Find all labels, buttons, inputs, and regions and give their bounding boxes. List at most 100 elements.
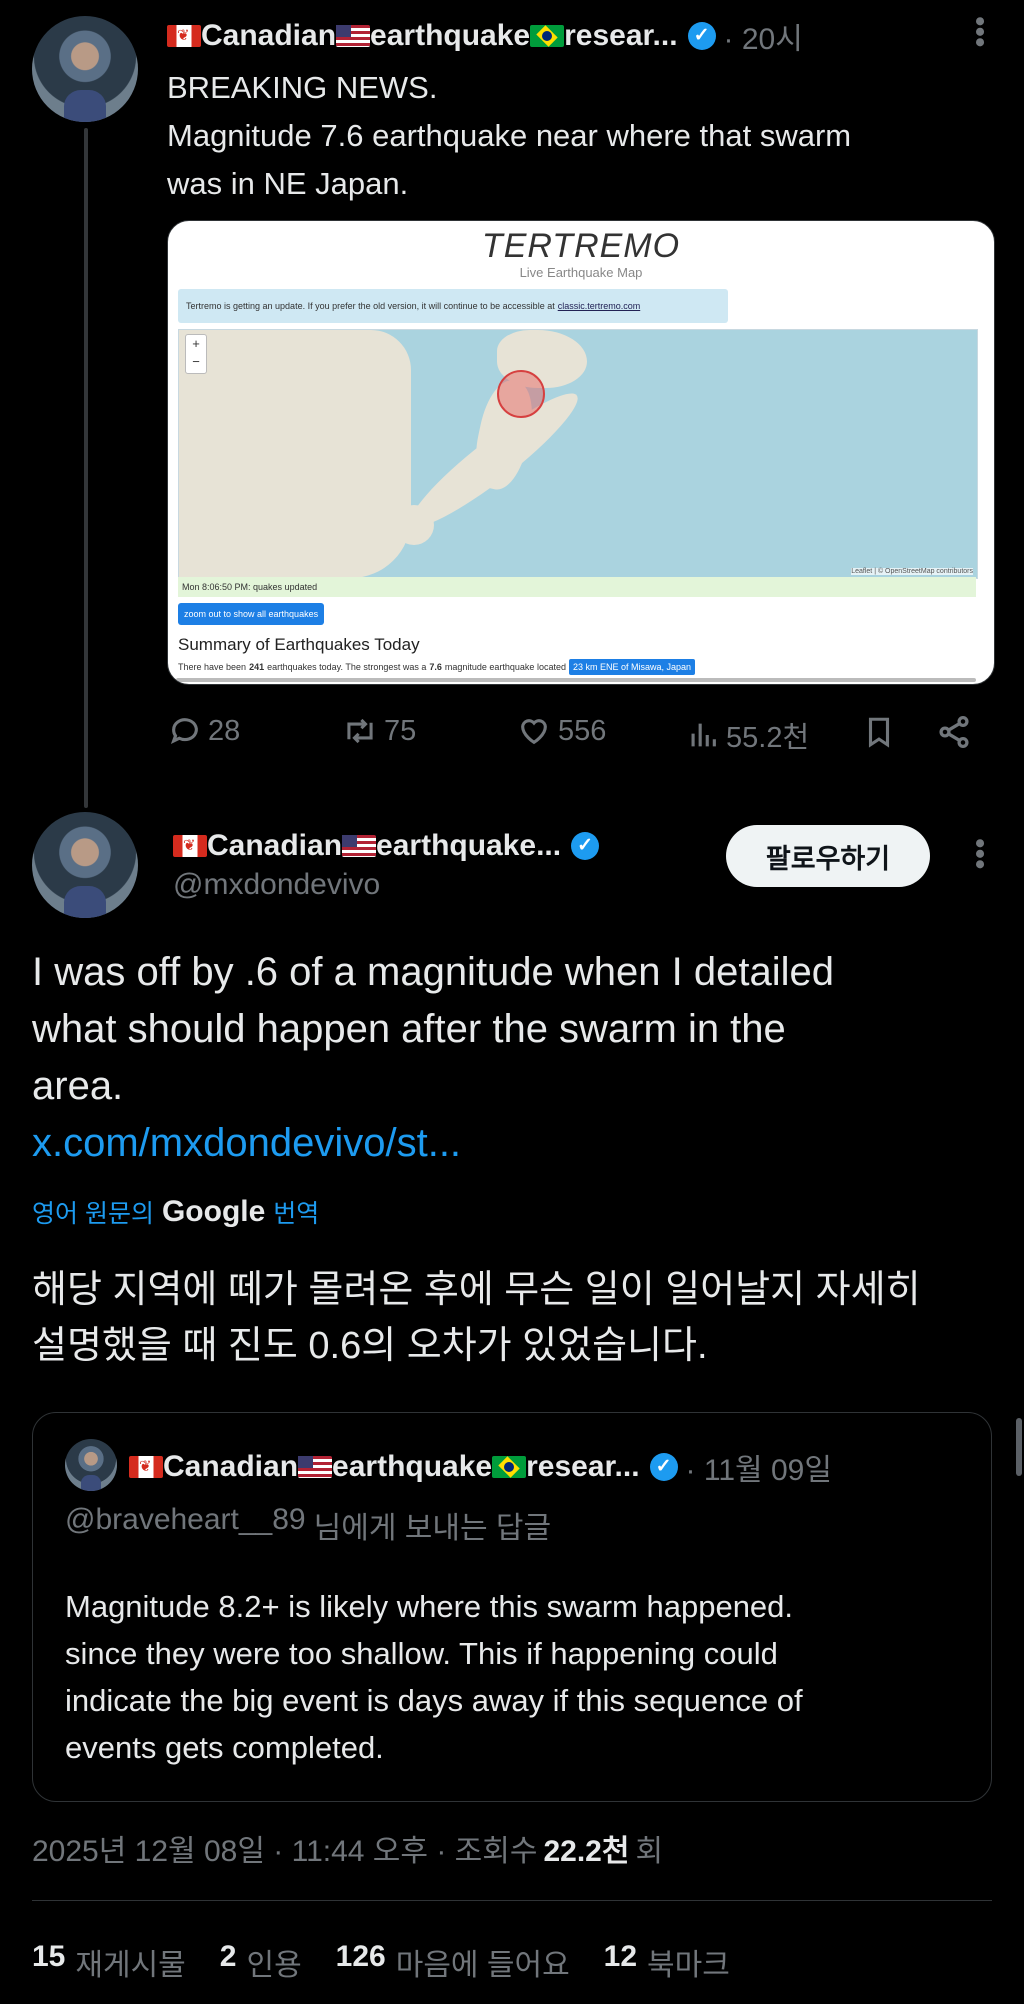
- quoted-reply-context: @braveheart__89 님에게 보내는 답글: [65, 1503, 551, 1547]
- meta-divider: [32, 1900, 992, 1901]
- parent-tweet-time[interactable]: · 20시: [724, 14, 803, 58]
- views-action[interactable]: 55.2천: [686, 714, 809, 756]
- repost-action[interactable]: 75: [342, 714, 416, 748]
- quoted-author-name-part3: resear...: [526, 1450, 640, 1483]
- quoted-tweet-text: Magnitude 8.2+ is likely where this swar…: [65, 1583, 803, 1771]
- canada-flag-icon: [173, 835, 207, 857]
- usa-flag-icon: [336, 25, 371, 47]
- stat-number: 15: [32, 1940, 66, 1973]
- translated-line: 해당 지역에 떼가 몰려온 후에 무슨 일이 일어날지 자세히: [32, 1269, 921, 1311]
- stat-number: 2: [219, 1940, 237, 1973]
- reply-icon: [170, 718, 198, 744]
- main-tweet-link[interactable]: x.com/mxdondevivo/st...: [32, 1115, 834, 1172]
- reply-action[interactable]: 28: [168, 714, 240, 748]
- quoted-author-avatar: [65, 1439, 117, 1491]
- parent-author-name-part2[interactable]: earthquake: [370, 19, 530, 53]
- summary-text: There have been 241 earthquakes today. T…: [178, 659, 696, 675]
- summary-magnitude: 7.6: [429, 662, 442, 672]
- parent-text-line: was in NE Japan.: [167, 166, 409, 201]
- summary-part: There have been: [178, 662, 247, 672]
- map-status-bar: Mon 8:06:50 PM: quakes updated: [178, 577, 976, 597]
- tweet-datetime[interactable]: 2025년 12월 08일 · 11:44 오후 · 조회수: [32, 1826, 537, 1870]
- quoted-text-line: Magnitude 8.2+ is likely where this swar…: [65, 1589, 794, 1624]
- notice-link[interactable]: classic.tertremo.com: [558, 301, 641, 311]
- stat-number: 126: [335, 1940, 386, 1973]
- quoted-text-line: events gets completed.: [65, 1730, 384, 1765]
- tweet-view-count: 22.2천: [543, 1835, 630, 1868]
- translation-attribution[interactable]: 영어 원문의 Google 번역: [32, 1194, 319, 1230]
- zoom-out-all-button[interactable]: zoom out to show all earthquakes: [178, 603, 325, 625]
- main-more-options-icon[interactable]: •••: [963, 838, 996, 870]
- like-count: 556: [558, 714, 607, 747]
- map-attribution: Leaflet | © OpenStreetMap contributors: [851, 568, 973, 575]
- main-text-line: area.: [32, 1064, 124, 1108]
- tweet-meta: 2025년 12월 08일 · 11:44 오후 · 조회수 22.2천 회: [32, 1826, 663, 1870]
- canada-flag-icon: [167, 25, 201, 47]
- parent-author-row: Canadian earthquake resear... ✓ · 20시: [167, 16, 803, 56]
- heart-icon: [521, 719, 547, 745]
- main-tweet-text: I was off by .6 of a magnitude when I de…: [32, 944, 834, 1172]
- main-author-avatar[interactable]: [32, 812, 138, 918]
- notice-text: Tertremo is getting an update. If you pr…: [186, 301, 555, 311]
- stat-label: 재게시물: [75, 1949, 186, 1982]
- map-zoom-control[interactable]: + −: [185, 334, 207, 374]
- parent-text-line: Magnitude 7.6 earthquake near where that…: [167, 118, 852, 153]
- main-text-line: I was off by .6 of a magnitude when I de…: [32, 950, 834, 994]
- canada-flag-icon: [129, 1456, 163, 1478]
- parent-more-options-icon[interactable]: •••: [963, 16, 996, 48]
- main-author-name-part1[interactable]: Canadian: [207, 829, 342, 863]
- main-author-name-part2[interactable]: earthquake...: [376, 829, 561, 863]
- zoom-out-button[interactable]: −: [186, 353, 206, 371]
- earthquake-map[interactable]: + − Leaflet | © OpenStreetMap contributo…: [178, 329, 978, 579]
- map-land-korea: [329, 400, 389, 510]
- stat-label: 인용: [246, 1949, 302, 1982]
- repost-count: 75: [384, 714, 417, 747]
- quoted-text-line: since they were too shallow. This if hap…: [65, 1636, 778, 1671]
- map-update-notice: Tertremo is getting an update. If you pr…: [178, 289, 728, 323]
- stat-quotes[interactable]: 2 인용: [220, 1940, 302, 1984]
- main-author-row: Canadian earthquake... ✓: [173, 826, 600, 866]
- tweet-view-suffix: 회: [635, 1835, 664, 1868]
- reply-count: 28: [208, 714, 241, 747]
- translate-suffix: 번역: [273, 1200, 320, 1228]
- bookmark-action[interactable]: [862, 714, 896, 755]
- map-site-subtitle: Live Earthquake Map: [519, 265, 643, 280]
- stat-label: 마음에 들어요: [395, 1949, 570, 1982]
- usa-flag-icon: [342, 835, 377, 857]
- engagement-stats: 15 재게시물 2 인용 126 마음에 들어요 12 북마크: [32, 1940, 730, 1984]
- verified-badge-icon: ✓: [571, 832, 600, 860]
- main-author-handle[interactable]: @mxdondevivo: [173, 868, 380, 902]
- stat-likes[interactable]: 126 마음에 들어요: [336, 1940, 570, 1984]
- page-scrollbar[interactable]: [1016, 1418, 1022, 1476]
- summary-title: Summary of Earthquakes Today: [178, 635, 420, 654]
- summary-location[interactable]: 23 km ENE of Misawa, Japan: [568, 659, 696, 675]
- tweet-image-card[interactable]: TERTREMO Live Earthquake Map Tertremo is…: [167, 220, 995, 685]
- map-land-kyushu: [394, 505, 434, 545]
- quoted-author-name-part1: Canadian: [163, 1450, 299, 1483]
- share-icon: [939, 715, 969, 749]
- quoted-tweet-card[interactable]: Canadian earthquake resear... ✓ · 11월 09…: [32, 1412, 992, 1802]
- bookmark-icon: [868, 717, 890, 748]
- thread-connector-line: [84, 128, 88, 808]
- share-action[interactable]: [936, 714, 972, 755]
- summary-count: 241: [249, 662, 265, 672]
- google-logo: Google: [161, 1195, 266, 1228]
- translate-prefix: 영어 원문의: [32, 1200, 154, 1228]
- summary-part: earthquakes today. The strongest was a: [267, 662, 427, 672]
- stat-bookmarks[interactable]: 12 북마크: [604, 1940, 730, 1984]
- stat-number: 12: [603, 1940, 638, 1973]
- summary-part: magnitude earthquake located: [444, 662, 566, 672]
- follow-button[interactable]: 팔로우하기: [726, 825, 930, 887]
- image-scrollbar: [176, 678, 976, 682]
- earthquake-marker[interactable]: [497, 370, 545, 418]
- parent-author-avatar[interactable]: [32, 16, 138, 122]
- translated-line: 설명했을 때 진도 0.6의 오차가 있었습니다.: [32, 1325, 708, 1367]
- quoted-text-line: indicate the big event is days away if t…: [65, 1683, 803, 1718]
- like-action[interactable]: 556: [516, 714, 606, 748]
- verified-badge-icon: ✓: [687, 22, 716, 50]
- brazil-flag-icon: [492, 1456, 527, 1478]
- parent-author-name-part3[interactable]: resear...: [564, 19, 677, 53]
- zoom-in-button[interactable]: +: [186, 335, 206, 353]
- parent-author-name-part1[interactable]: Canadian: [201, 19, 336, 53]
- stat-reposts[interactable]: 15 재게시물: [32, 1940, 186, 1984]
